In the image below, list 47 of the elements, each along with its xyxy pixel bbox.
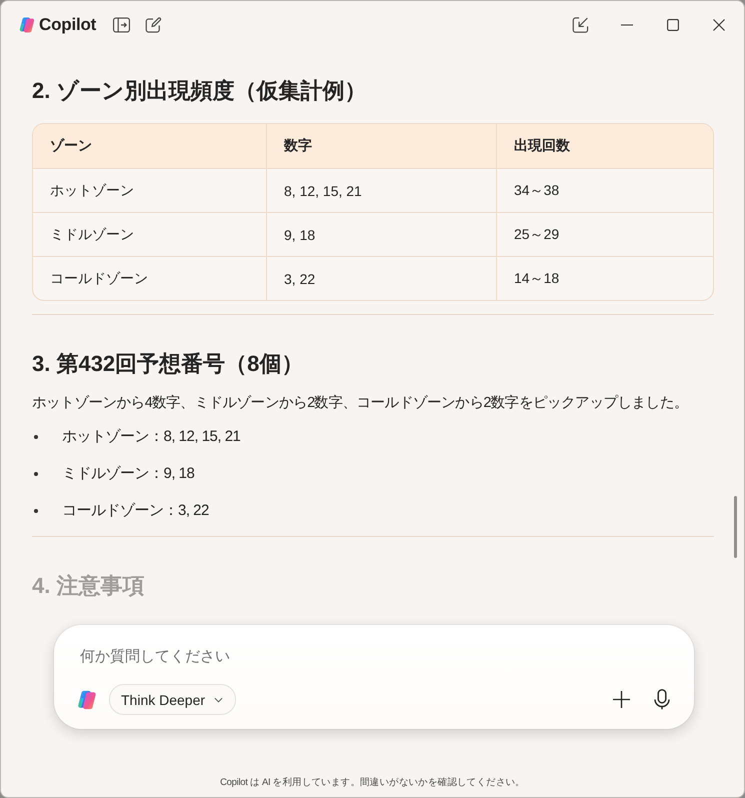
- table-cell: ホットゾーン: [33, 169, 267, 212]
- column-header: 出現回数: [513, 136, 571, 155]
- copilot-logo-icon: [18, 16, 36, 34]
- sidebar-icon: [113, 16, 130, 32]
- pop-out-button[interactable]: [572, 16, 589, 32]
- message-input[interactable]: 何か質問してください: [74, 641, 670, 671]
- minimize-icon: [621, 24, 633, 26]
- plus-icon: [613, 691, 630, 708]
- list-item-text: コールドゾーン：3, 22: [62, 501, 209, 521]
- table-cell-text: 14～18: [513, 268, 560, 288]
- sidebar-toggle-button[interactable]: [113, 16, 130, 32]
- disclaimer-text: Copilot は AI を利用しています。間違いがないかを確認してください。: [219, 776, 526, 790]
- column-header: ゾーン: [33, 124, 267, 168]
- compose-icon: [145, 16, 162, 32]
- bullet-icon: [34, 435, 38, 439]
- list-item-text: ミドルゾーン：9, 18: [62, 464, 194, 484]
- table-cell: 9, 18: [267, 213, 497, 256]
- bullet-icon: [34, 509, 38, 513]
- copilot-logo-icon: [76, 688, 98, 710]
- maximize-button[interactable]: [667, 18, 679, 30]
- chat-input-box[interactable]: 何か質問してください Think Deeper: [54, 625, 694, 729]
- microphone-icon: [654, 689, 670, 710]
- mode-dropdown[interactable]: Think Deeper: [109, 684, 236, 715]
- paragraph-text: ホットゾーンから4数字、ミドルゾーンから2数字、コールドゾーンから2数字をピックアップしました。: [32, 394, 689, 413]
- section-heading: 4. 注意事項: [32, 572, 146, 600]
- table-cell: 3, 22: [267, 257, 497, 300]
- table-cell-text: 25～29: [513, 224, 560, 244]
- window-title: Copilot: [39, 14, 96, 34]
- caret-icon: [214, 696, 224, 702]
- arrow-into-box-icon: [572, 16, 589, 32]
- add-button[interactable]: [613, 691, 630, 708]
- table-cell: ミドルゾーン: [33, 213, 267, 256]
- microphone-button[interactable]: [654, 689, 670, 710]
- new-chat-button[interactable]: [145, 16, 162, 32]
- table-cell: コールドゾーン: [33, 257, 267, 300]
- list-item-text: ホットゾーン：8, 12, 15, 21: [62, 427, 240, 447]
- section-heading: 2. ゾーン別出現頻度（仮集計例）: [32, 77, 368, 105]
- section-heading: 3. 第432回予想番号（8個）: [32, 350, 304, 378]
- column-header: 数字: [267, 124, 497, 168]
- minimize-button[interactable]: [621, 24, 633, 26]
- close-icon: [713, 18, 725, 30]
- maximize-icon: [667, 18, 679, 30]
- table-cell-text: 34～38: [513, 180, 560, 200]
- table-cell: 8, 12, 15, 21: [267, 169, 497, 212]
- close-button[interactable]: [713, 18, 725, 30]
- bullet-icon: [34, 472, 38, 476]
- scrollbar-thumb[interactable]: [734, 496, 737, 558]
